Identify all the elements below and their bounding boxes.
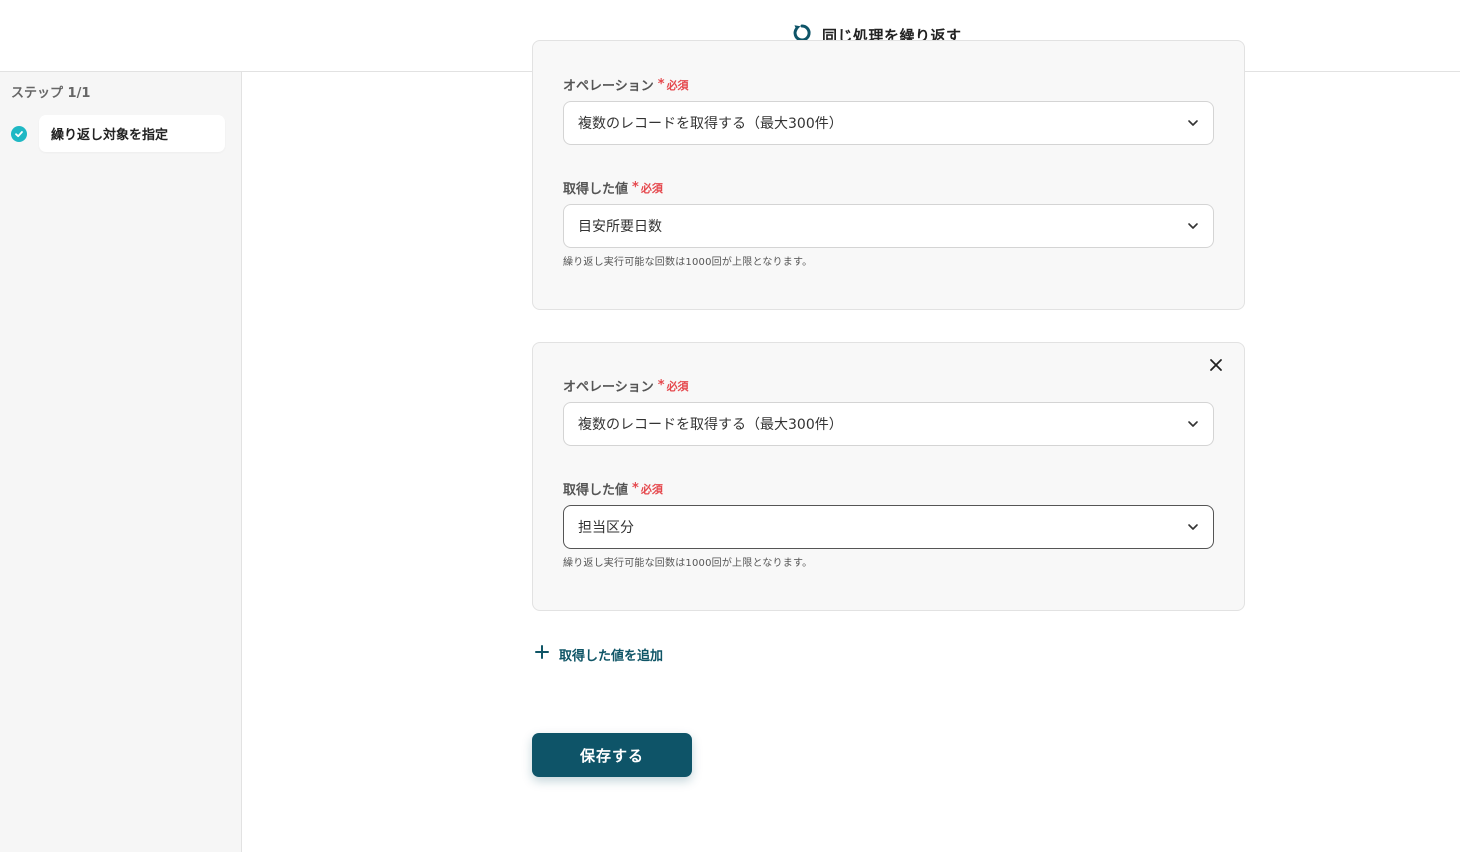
value-select-value: 担当区分 <box>578 520 634 536</box>
required-badge: * 必須 <box>632 180 663 195</box>
plus-icon <box>534 644 550 664</box>
step-count: ステップ 1/1 <box>11 86 91 101</box>
close-icon[interactable] <box>1208 357 1224 373</box>
sidebar-step-item[interactable]: 繰り返し対象を指定 <box>11 115 225 152</box>
chevron-down-icon <box>1187 521 1199 537</box>
value-label: 取得した値 * 必須 <box>563 479 663 498</box>
required-badge: * 必須 <box>657 77 689 92</box>
operation-label-text: オペレーション <box>563 380 654 395</box>
chevron-down-icon <box>1187 117 1199 133</box>
operation-select[interactable]: 複数のレコードを取得する（最大300件） <box>563 402 1214 446</box>
limit-hint: 繰り返し実行可能な回数は1000回が上限となります。 <box>563 257 813 268</box>
add-value-button[interactable]: 取得した値を追加 <box>534 644 663 664</box>
operation-label: オペレーション * 必須 <box>563 75 689 94</box>
required-text: 必須 <box>640 181 663 195</box>
required-badge: * 必須 <box>632 481 663 496</box>
add-value-label: 取得した値を追加 <box>559 648 664 664</box>
operation-select[interactable]: 複数のレコードを取得する（最大300件） <box>563 101 1214 145</box>
sidebar-step-label[interactable]: 繰り返し対象を指定 <box>39 115 225 152</box>
value-label-text: 取得した値 <box>563 483 629 498</box>
operation-select-value: 複数のレコードを取得する（最大300件） <box>578 116 843 132</box>
repeat-block-1: オペレーション * 必須 複数のレコードを取得する（最大300件） 取得した値 *… <box>532 40 1245 310</box>
operation-label: オペレーション * 必須 <box>563 376 689 395</box>
required-text: 必須 <box>666 379 689 393</box>
chevron-down-icon <box>1187 418 1199 434</box>
value-select-value: 目安所要日数 <box>578 219 662 235</box>
value-label-text: 取得した値 <box>563 182 629 197</box>
repeat-block-2: オペレーション * 必須 複数のレコードを取得する（最大300件） 取得した値 *… <box>532 342 1245 611</box>
value-select[interactable]: 担当区分 <box>563 505 1214 549</box>
value-select[interactable]: 目安所要日数 <box>563 204 1214 248</box>
save-button[interactable]: 保存する <box>532 733 692 777</box>
check-circle-icon <box>11 125 27 142</box>
chevron-down-icon <box>1187 220 1199 236</box>
required-text: 必須 <box>666 78 689 92</box>
required-text: 必須 <box>640 482 663 496</box>
operation-select-value: 複数のレコードを取得する（最大300件） <box>578 417 843 433</box>
required-badge: * 必須 <box>657 378 689 393</box>
value-label: 取得した値 * 必須 <box>563 178 663 197</box>
operation-label-text: オペレーション <box>563 79 654 94</box>
limit-hint: 繰り返し実行可能な回数は1000回が上限となります。 <box>563 558 813 569</box>
step-sidebar: ステップ 1/1 繰り返し対象を指定 <box>0 72 242 852</box>
